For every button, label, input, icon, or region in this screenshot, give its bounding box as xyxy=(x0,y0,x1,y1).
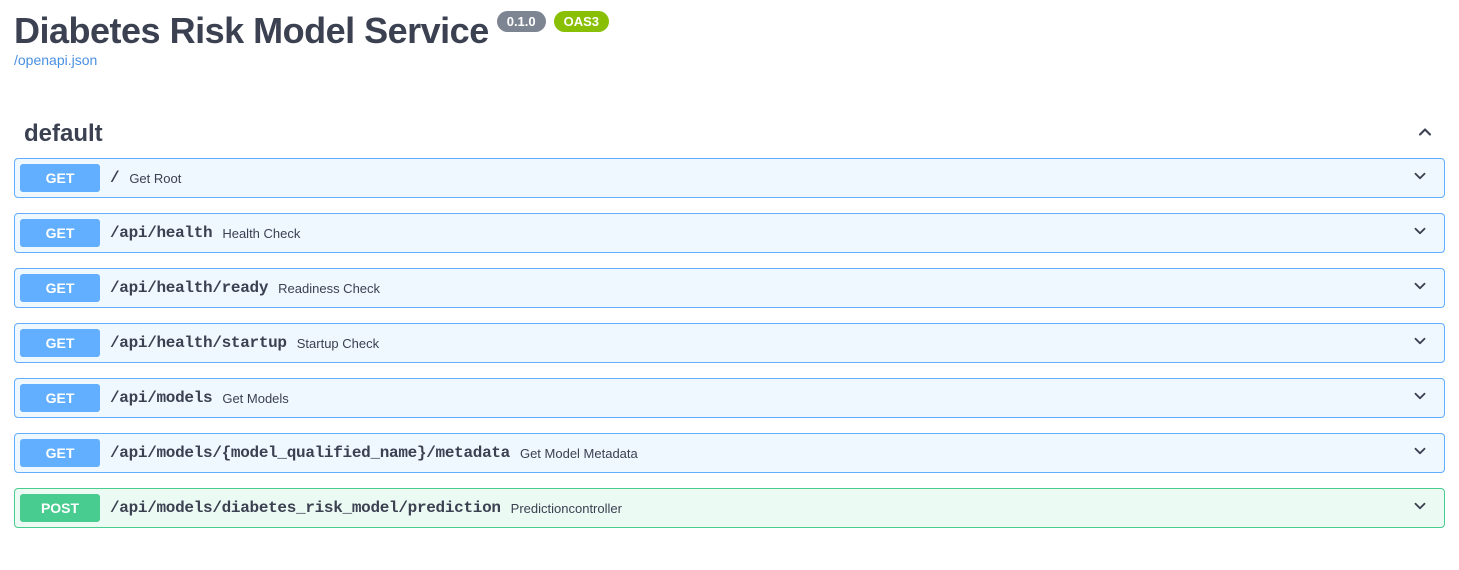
operation-summary: Get Root xyxy=(129,171,181,186)
chevron-down-icon xyxy=(1411,332,1439,355)
operations-list: GET/Get RootGET/api/healthHealth CheckGE… xyxy=(14,158,1445,528)
tag-section: default GET / Get Root GET/api/health Health… xyxy=(14,110,1445,528)
operation-summary: Startup Check xyxy=(297,336,379,351)
operation-path: /api/models xyxy=(110,389,212,407)
method-badge: GET xyxy=(20,164,100,192)
chevron-up-icon xyxy=(1415,122,1435,147)
operation-path: / xyxy=(110,169,119,187)
operation-row[interactable]: GET/api/health/ready Readiness Check xyxy=(14,268,1445,308)
chevron-down-icon xyxy=(1411,387,1439,410)
operation-summary: Readiness Check xyxy=(278,281,380,296)
api-title: Diabetes Risk Model Service xyxy=(14,10,489,52)
method-badge: POST xyxy=(20,494,100,522)
operation-row[interactable]: POST/api/models/diabetes_risk_model/pred… xyxy=(14,488,1445,528)
chevron-down-icon xyxy=(1411,167,1439,190)
operation-path: /api/health xyxy=(110,224,212,242)
method-badge: GET xyxy=(20,329,100,357)
operation-summary: Get Models xyxy=(222,391,288,406)
oas-badge: OAS3 xyxy=(554,11,609,32)
title-row: Diabetes Risk Model Service 0.1.0 OAS3 xyxy=(14,10,1445,52)
operation-path: /api/models/{model_qualified_name}/metad… xyxy=(110,444,510,462)
tag-header[interactable]: default xyxy=(14,110,1445,158)
method-badge: GET xyxy=(20,219,100,247)
chevron-down-icon xyxy=(1411,442,1439,465)
operation-summary: Get Model Metadata xyxy=(520,446,638,461)
api-header: Diabetes Risk Model Service 0.1.0 OAS3 /… xyxy=(14,10,1445,70)
operation-row[interactable]: GET/api/health/startup Startup Check xyxy=(14,323,1445,363)
chevron-down-icon xyxy=(1411,277,1439,300)
spec-link[interactable]: /openapi.json xyxy=(14,52,97,68)
operation-path: /api/models/diabetes_risk_model/predicti… xyxy=(110,499,501,517)
method-badge: GET xyxy=(20,384,100,412)
operation-path: /api/health/startup xyxy=(110,334,287,352)
chevron-down-icon xyxy=(1411,497,1439,520)
method-badge: GET xyxy=(20,439,100,467)
operation-summary: Health Check xyxy=(222,226,300,241)
version-badge: 0.1.0 xyxy=(497,11,546,32)
operation-row[interactable]: GET / Get Root xyxy=(14,158,1445,198)
chevron-down-icon xyxy=(1411,222,1439,245)
tag-name: default xyxy=(24,120,103,148)
operation-row[interactable]: GET/api/models/{model_qualified_name}/me… xyxy=(14,433,1445,473)
operation-summary: Predictioncontroller xyxy=(511,501,622,516)
operation-path: /api/health/ready xyxy=(110,279,268,297)
method-badge: GET xyxy=(20,274,100,302)
operation-row[interactable]: GET/api/health Health Check xyxy=(14,213,1445,253)
operation-row[interactable]: GET/api/models Get Models xyxy=(14,378,1445,418)
